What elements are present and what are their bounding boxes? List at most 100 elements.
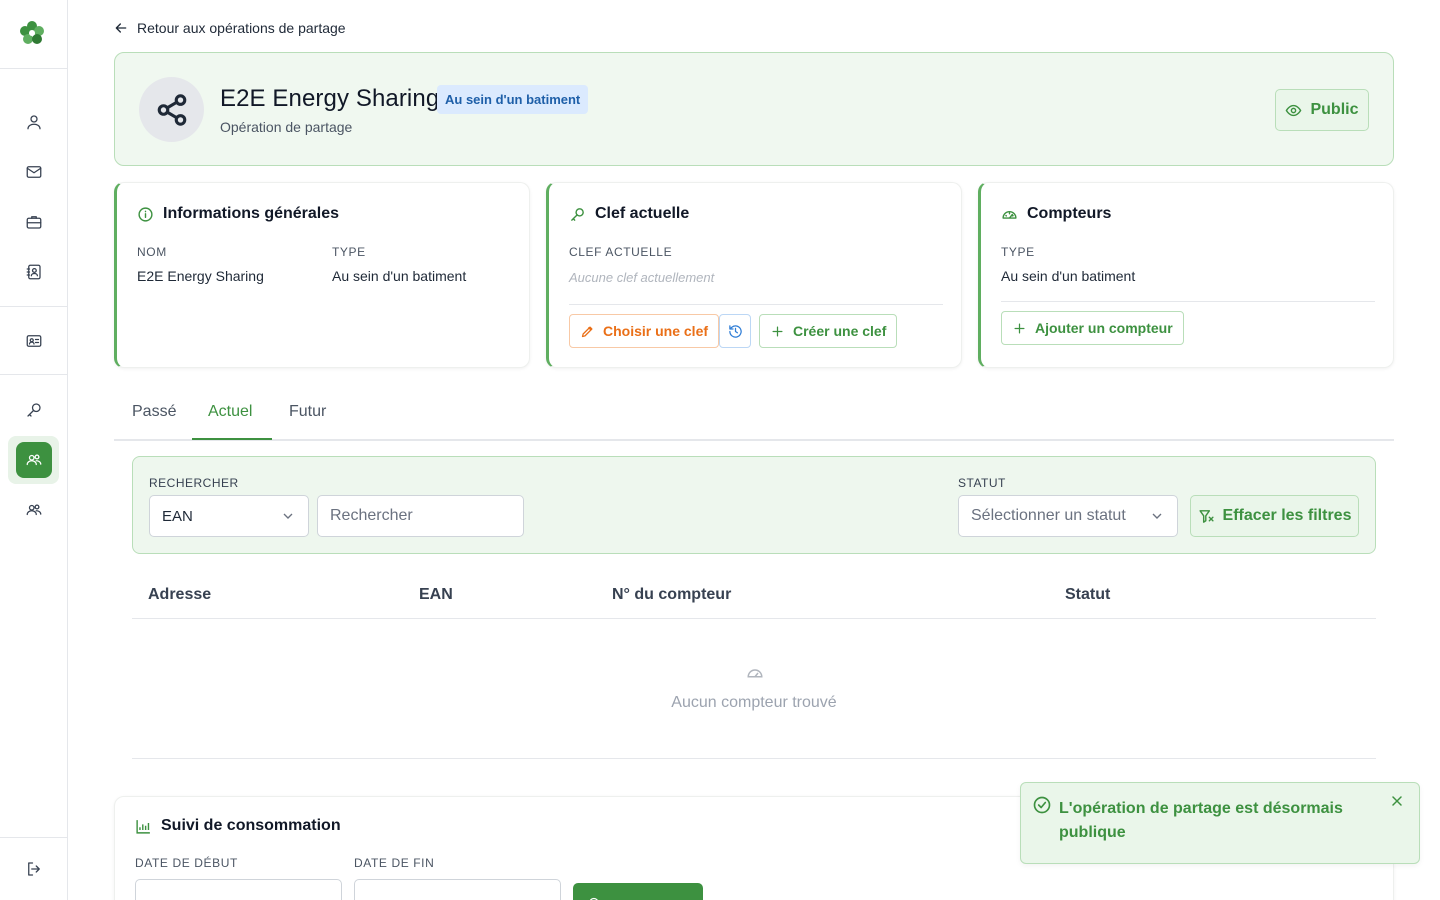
start-date-label: DATE DE DÉBUT (135, 856, 238, 870)
page-title: E2E Energy Sharing (220, 85, 440, 112)
add-meter-label: Ajouter un compteur (1035, 320, 1173, 336)
clear-filters-label: Effacer les filtres (1222, 507, 1352, 524)
search-label: RECHERCHER (149, 476, 239, 490)
info-icon (138, 206, 153, 222)
users-icon (26, 504, 42, 516)
name-value: E2E Energy Sharing (137, 268, 264, 284)
type-label: TYPE (332, 245, 366, 259)
pencil-icon (581, 326, 593, 337)
gauge-icon (1002, 210, 1017, 219)
share-icon (157, 93, 186, 126)
current-key-label: CLEF ACTUELLE (569, 245, 673, 259)
operation-type-badge: Au sein d'un batiment (437, 85, 589, 114)
type-value: Au sein d'un batiment (332, 268, 467, 284)
plus-icon (772, 326, 783, 336)
sidebar-item-members[interactable] (16, 492, 52, 528)
gauge-icon (747, 669, 763, 678)
operation-header: E2E Energy Sharing Au sein d'un batiment… (114, 52, 1394, 166)
tab-future[interactable]: Futur (289, 403, 326, 421)
meters-table-header: Adresse EAN N° du compteur Statut (132, 570, 1376, 619)
choose-key-button[interactable]: Choisir une clef (569, 314, 720, 348)
column-header-ean[interactable]: EAN (419, 586, 453, 604)
end-date-input[interactable] (354, 879, 561, 900)
tab-past[interactable]: Passé (132, 403, 176, 421)
active-tab-indicator (192, 438, 272, 440)
users-group-icon (26, 454, 42, 466)
contact-book-icon (26, 264, 41, 280)
chevron-down-icon (283, 513, 293, 519)
name-label: NOM (137, 245, 167, 259)
key-icon (27, 403, 41, 417)
filter-off-icon (1198, 509, 1214, 523)
tab-current[interactable]: Actuel (208, 403, 252, 421)
status-select[interactable]: Sélectionner un statut (958, 495, 1178, 537)
sidebar (0, 0, 68, 900)
filters-panel: RECHERCHER EAN STATUT Sélectionner un st… (132, 456, 1376, 554)
key-icon (571, 207, 584, 221)
card-title-text: Compteurs (1027, 205, 1112, 222)
mail-icon (26, 166, 42, 178)
end-date-label: DATE DE FIN (354, 856, 435, 870)
start-date-input[interactable] (135, 879, 342, 900)
create-key-button[interactable]: Créer une clef (759, 314, 898, 348)
current-key-card: Clef actuelle CLEF ACTUELLE Aucune clef … (546, 182, 962, 368)
logout-icon (28, 862, 40, 876)
key-history-button[interactable] (719, 314, 751, 348)
period-tabs: Passé Actuel Futur (114, 395, 1394, 441)
sidebar-divider (0, 306, 67, 307)
back-link-label: Retour aux opérations de partage (137, 20, 346, 36)
back-link[interactable]: Retour aux opérations de partage (113, 20, 346, 36)
sidebar-item-sharing-operations[interactable] (16, 442, 52, 478)
sidebar-divider (0, 68, 67, 69)
meters-title: Compteurs (1001, 205, 1111, 223)
sidebar-divider (0, 837, 67, 838)
toast-close-button[interactable] (1389, 793, 1409, 813)
eye-icon (1286, 104, 1302, 116)
page-subtitle: Opération de partage (220, 119, 353, 135)
sidebar-item-contacts[interactable] (16, 254, 52, 290)
status-label: STATUT (958, 476, 1006, 490)
meters-card: Compteurs TYPE Au sein d'un batiment Ajo… (978, 182, 1394, 368)
sidebar-item-id-cards[interactable] (16, 323, 52, 359)
card-divider (1001, 301, 1375, 302)
search-icon (589, 897, 599, 900)
sidebar-item-keys[interactable] (16, 392, 52, 428)
meters-type-label: TYPE (1001, 245, 1035, 259)
sidebar-item-work[interactable] (16, 204, 52, 240)
logout-button[interactable] (16, 851, 52, 887)
clear-filters-button[interactable]: Effacer les filtres (1190, 495, 1359, 537)
check-circle-icon (1033, 796, 1051, 814)
search-consumption-button[interactable] (573, 883, 703, 900)
consumption-title-text: Suivi de consommation (161, 817, 341, 834)
column-header-address[interactable]: Adresse (148, 586, 211, 604)
operation-avatar (139, 77, 204, 142)
bar-chart-icon (136, 819, 150, 834)
briefcase-icon (26, 216, 42, 229)
history-icon (728, 324, 742, 338)
card-title-text: Clef actuelle (595, 205, 690, 222)
current-key-title: Clef actuelle (569, 205, 689, 223)
search-field-select[interactable]: EAN (149, 495, 309, 537)
toast-message: L'opération de partage est désormais pub… (1059, 800, 1343, 841)
search-input[interactable] (317, 495, 524, 537)
close-icon (1392, 796, 1402, 806)
choose-key-label: Choisir une clef (603, 323, 709, 339)
add-meter-button[interactable]: Ajouter un compteur (1001, 311, 1184, 345)
column-header-meter-number[interactable]: N° du compteur (612, 586, 731, 604)
meters-type-value: Au sein d'un batiment (1001, 268, 1136, 284)
sidebar-item-profile[interactable] (16, 104, 52, 140)
create-key-label: Créer une clef (793, 323, 887, 339)
column-header-status[interactable]: Statut (1065, 586, 1110, 604)
card-divider (569, 304, 943, 305)
search-field-value: EAN (162, 507, 193, 525)
chevron-down-icon (1152, 513, 1162, 519)
general-info-title: Informations générales (137, 205, 339, 223)
visibility-public-button[interactable]: Public (1275, 89, 1369, 131)
app-logo-icon[interactable] (17, 18, 47, 48)
arrow-left-icon (115, 23, 127, 33)
success-toast: L'opération de partage est désormais pub… (1020, 782, 1420, 864)
sidebar-item-messages[interactable] (16, 154, 52, 190)
empty-state: Aucun compteur trouvé (132, 620, 1376, 759)
user-icon (27, 115, 41, 130)
general-info-card: Informations générales NOM E2E Energy Sh… (114, 182, 530, 368)
